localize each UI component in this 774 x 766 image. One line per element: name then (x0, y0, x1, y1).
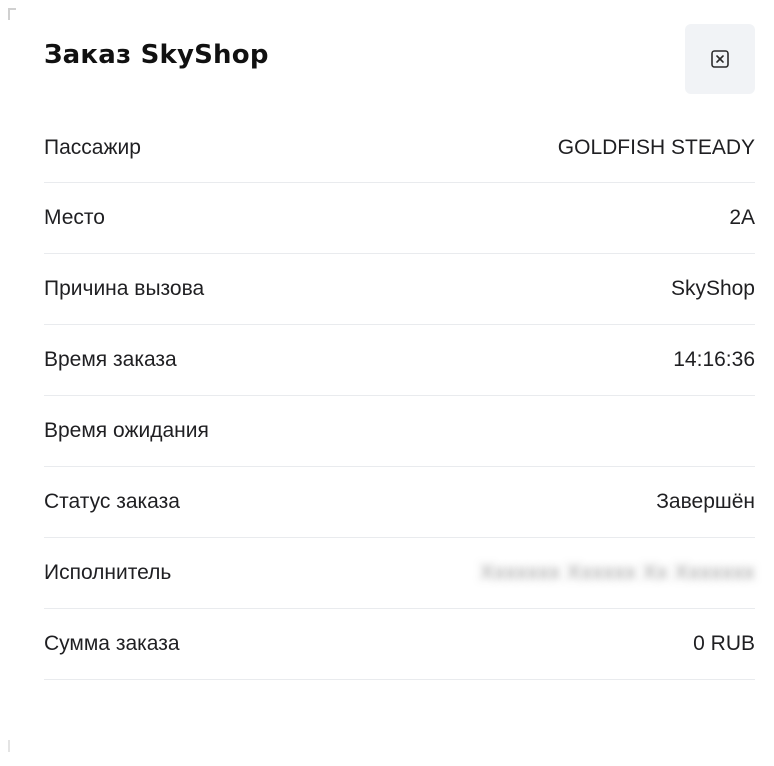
row-order-time: Время заказа 14:16:36 (44, 325, 755, 396)
wait-time-label: Время ожидания (44, 419, 209, 442)
row-order-status: Статус заказа Завершён (44, 467, 755, 538)
close-icon (711, 50, 729, 68)
call-reason-value: SkyShop (670, 277, 755, 300)
call-reason-label: Причина вызова (44, 277, 205, 300)
order-modal: Заказ SkyShop Пассажир GOLDFISH STEADY М… (44, 22, 755, 680)
order-details: Пассажир GOLDFISH STEADY Место 2A Причин… (44, 113, 755, 680)
row-passenger: Пассажир GOLDFISH STEADY (44, 113, 755, 183)
row-order-amount: Сумма заказа 0 RUB (44, 609, 755, 680)
row-call-reason: Причина вызова SkyShop (44, 254, 755, 325)
close-button[interactable] (685, 24, 755, 94)
modal-title: Заказ SkyShop (44, 40, 269, 70)
order-time-value: 14:16:36 (673, 348, 755, 371)
order-status-label: Статус заказа (44, 490, 180, 513)
passenger-label: Пассажир (44, 135, 141, 159)
passenger-value: GOLDFISH STEADY (557, 135, 755, 159)
row-wait-time: Время ожидания (44, 396, 755, 467)
seat-value: 2A (729, 206, 755, 229)
row-seat: Место 2A (44, 183, 755, 254)
row-executor: Исполнитель Xxxxxxx Xxxxxx Xx Xxxxxxx (44, 538, 755, 609)
order-amount-value: 0 RUB (693, 632, 755, 655)
order-time-label: Время заказа (44, 348, 177, 371)
order-amount-label: Сумма заказа (44, 632, 180, 655)
edge-mark (8, 740, 10, 752)
executor-value-redacted: Xxxxxxx Xxxxxx Xx Xxxxxxx (479, 561, 755, 584)
order-status-value: Завершён (656, 490, 755, 513)
modal-header: Заказ SkyShop (44, 22, 755, 114)
corner-mark (8, 8, 16, 20)
seat-label: Место (44, 206, 105, 229)
executor-label: Исполнитель (44, 561, 172, 584)
